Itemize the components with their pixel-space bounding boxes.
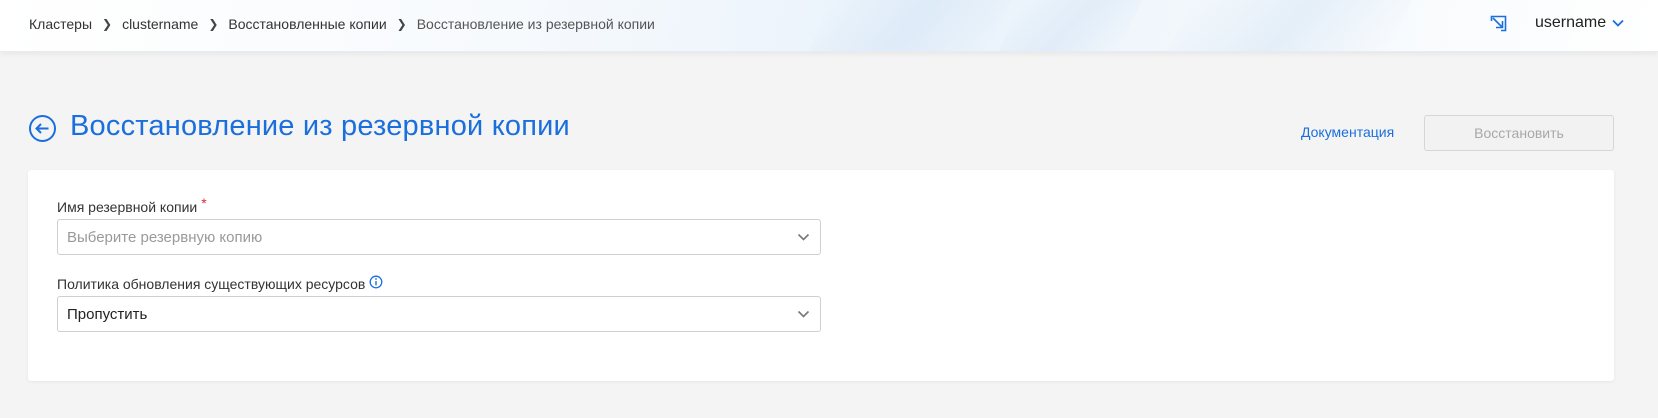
documentation-link[interactable]: Документация (1301, 124, 1394, 140)
required-mark: * (201, 195, 207, 211)
breadcrumb-current: Восстановление из резервной копии (416, 16, 655, 32)
update-policy-label-row: Политика обновления существующих ресурсо… (57, 275, 383, 292)
backup-name-select[interactable]: Выберите резервную копию (57, 219, 821, 255)
chevron-down-icon (797, 310, 810, 318)
breadcrumb-item-cluster[interactable]: clustername (122, 16, 198, 32)
breadcrumb-item-clusters[interactable]: Кластеры (29, 16, 92, 32)
chevron-right-icon: ❯ (102, 17, 113, 31)
backup-name-placeholder: Выберите резервную копию (67, 228, 263, 246)
chevron-down-icon (1612, 19, 1624, 27)
username-label: username (1535, 14, 1607, 31)
restore-button[interactable]: Восстановить (1424, 115, 1614, 151)
chevron-right-icon: ❯ (208, 17, 219, 31)
export-icon[interactable] (1490, 15, 1507, 32)
breadcrumb: Кластеры ❯ clustername ❯ Восстановленные… (29, 16, 655, 32)
backup-name-label: Имя резервной копии (57, 199, 198, 215)
breadcrumb-item-restored-copies[interactable]: Восстановленные копии (228, 16, 386, 32)
update-policy-value: Пропустить (67, 305, 148, 323)
user-menu[interactable]: username (1535, 14, 1624, 32)
page-title: Восстановление из резервной копии (70, 110, 570, 142)
chevron-down-icon (797, 233, 810, 241)
restore-form-card: Имя резервной копии * Выберите резервную… (28, 170, 1614, 381)
back-arrow-icon[interactable] (28, 114, 57, 143)
header-decoration (807, 0, 1013, 51)
header-decoration (997, 0, 1143, 51)
top-bar: Кластеры ❯ clustername ❯ Восстановленные… (0, 0, 1658, 52)
update-policy-label: Политика обновления существующих ресурсо… (57, 276, 366, 292)
info-icon[interactable] (369, 275, 383, 289)
backup-name-label-row: Имя резервной копии * (57, 195, 207, 215)
update-policy-select[interactable]: Пропустить (57, 296, 821, 332)
chevron-right-icon: ❯ (396, 17, 407, 31)
header-decoration (1167, 0, 1413, 51)
